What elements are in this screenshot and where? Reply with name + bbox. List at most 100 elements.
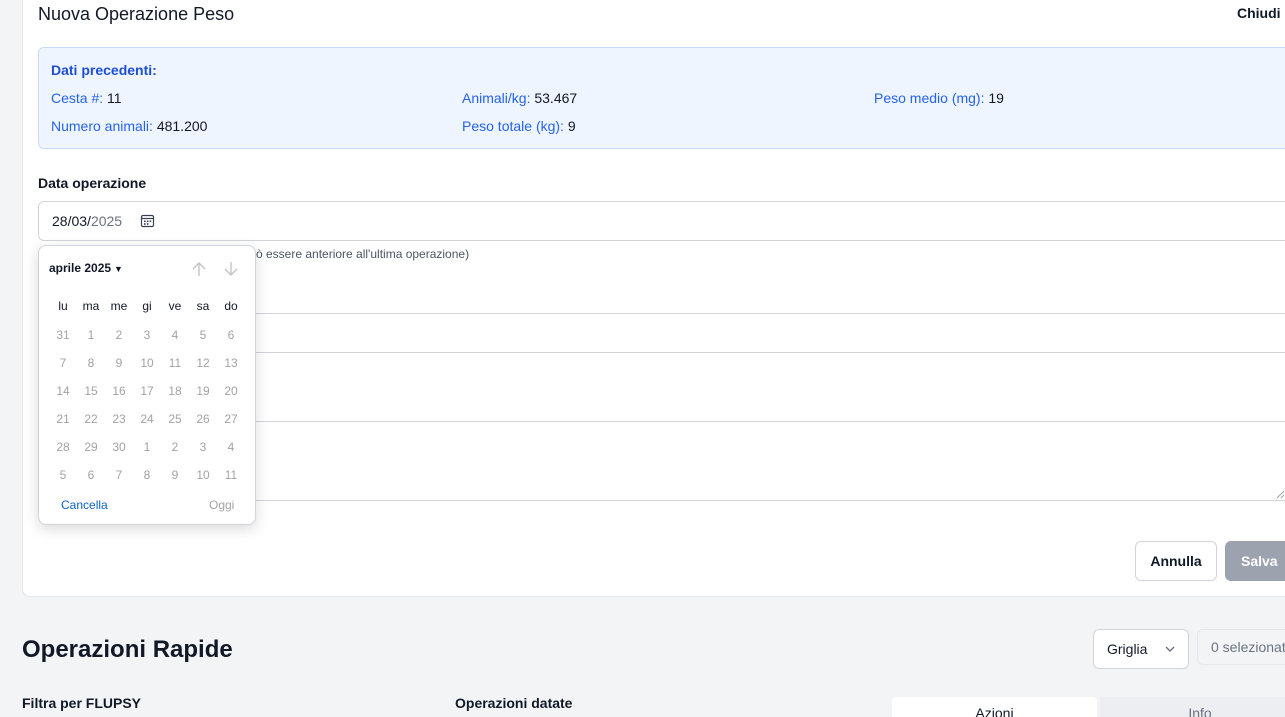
prev-total-weight-value: 9 — [567, 118, 576, 134]
calendar-day[interactable]: 4 — [161, 328, 189, 342]
calendar-day[interactable]: 14 — [49, 384, 77, 398]
weekday-label: sa — [196, 299, 210, 313]
calendar-day[interactable]: 24 — [133, 412, 161, 426]
weekday-label: do — [224, 299, 238, 313]
calendar-day[interactable]: 9 — [105, 356, 133, 370]
date-day-month[interactable]: 28/03/ — [52, 213, 91, 229]
calendar-day[interactable]: 8 — [77, 356, 105, 370]
prev-animals-per-kg: Animali/kg: 53.467 — [462, 90, 577, 106]
calendar-day[interactable]: 13 — [217, 356, 245, 370]
calendar-day[interactable]: 2 — [105, 328, 133, 342]
calendar-week: 21 22 23 24 25 26 27 — [49, 412, 245, 426]
weekday-label: ve — [168, 299, 182, 313]
view-mode-select[interactable]: Griglia — [1093, 629, 1189, 669]
arrow-down-icon[interactable] — [223, 260, 239, 278]
prev-basket-label: Cesta #: — [51, 90, 104, 106]
caret-down-icon[interactable]: ▼ — [114, 264, 123, 274]
prev-average-weight-value: 19 — [988, 90, 1004, 106]
prev-total-weight: Peso totale (kg): 9 — [462, 118, 576, 134]
calendar-day[interactable]: 20 — [217, 384, 245, 398]
calendar-day[interactable]: 22 — [77, 412, 105, 426]
calendar-day[interactable]: 29 — [77, 440, 105, 454]
date-hint: ò essere anteriore all'ultima operazione… — [256, 247, 470, 261]
tab-info[interactable]: Info — [1100, 697, 1285, 717]
calendar-day[interactable]: 10 — [133, 356, 161, 370]
calendar-weekdays: lu ma me gi ve sa do — [49, 299, 245, 313]
calendar-day[interactable]: 30 — [105, 440, 133, 454]
calendar-day[interactable]: 31 — [49, 328, 77, 342]
calendar-day[interactable]: 23 — [105, 412, 133, 426]
prev-basket-value: 11 — [107, 90, 122, 106]
prev-animals-per-kg-value: 53.467 — [534, 90, 578, 106]
date-picker-popup: aprile 2025 ▼ lu ma me gi ve sa do 31 1 2… — [38, 245, 256, 525]
weekday-label: me — [110, 299, 128, 313]
prev-animal-count-value: 481.200 — [156, 118, 208, 134]
calendar-day[interactable]: 5 — [49, 468, 77, 482]
weekday-label: ma — [82, 299, 100, 313]
calendar-clear-button[interactable]: Cancella — [61, 498, 108, 512]
calendar-week: 31 1 2 3 4 5 6 — [49, 328, 245, 342]
prev-total-weight-label: Peso totale (kg): — [462, 118, 564, 134]
calendar-day[interactable]: 28 — [49, 440, 77, 454]
calendar-week: 5 6 7 8 9 10 11 — [49, 468, 245, 482]
calendar-week: 14 15 16 17 18 19 20 — [49, 384, 245, 398]
view-mode-value[interactable]: Griglia — [1107, 641, 1147, 657]
calendar-day[interactable]: 25 — [161, 412, 189, 426]
calendar-day[interactable]: 18 — [161, 384, 189, 398]
calendar-day[interactable]: 4 — [217, 440, 245, 454]
calendar-day[interactable]: 11 — [161, 356, 189, 370]
calendar-month-label[interactable]: aprile 2025 — [49, 261, 111, 275]
calendar-day[interactable]: 15 — [77, 384, 105, 398]
calendar-day[interactable]: 10 — [189, 468, 217, 482]
close-button[interactable]: Chiudi — [1237, 5, 1281, 21]
calendar-day[interactable]: 17 — [133, 384, 161, 398]
quick-operations-title: Operazioni Rapide — [22, 636, 233, 663]
arrow-up-icon[interactable] — [191, 260, 207, 278]
chevron-down-icon[interactable] — [1164, 643, 1176, 655]
prev-average-weight: Peso medio (mg): 19 — [874, 90, 1004, 106]
calendar-day[interactable]: 6 — [77, 468, 105, 482]
save-button[interactable]: Salva — [1225, 541, 1285, 581]
calendar-day[interactable]: 7 — [49, 356, 77, 370]
calendar-day[interactable]: 12 — [189, 356, 217, 370]
weekday-label: lu — [58, 299, 68, 313]
date-input-value[interactable]: 28/03/2025 — [52, 213, 122, 229]
calendar-day[interactable]: 11 — [217, 468, 245, 482]
calendar-day[interactable]: 9 — [161, 468, 189, 482]
prev-average-weight-label: Peso medio (mg): — [874, 90, 985, 106]
calendar-today-button[interactable]: Oggi — [209, 498, 234, 512]
calendar-day[interactable]: 8 — [133, 468, 161, 482]
weekday-label: gi — [142, 299, 152, 313]
filter-flupsy-label: Filtra per FLUPSY — [22, 695, 142, 711]
prev-basket-number: Cesta #: 11 — [51, 90, 122, 106]
form-title: Nuova Operazione Peso — [38, 4, 235, 24]
calendar-day[interactable]: 27 — [217, 412, 245, 426]
calendar-day[interactable]: 26 — [189, 412, 217, 426]
calendar-day[interactable]: 7 — [105, 468, 133, 482]
prev-animals-per-kg-label: Animali/kg: — [462, 90, 531, 106]
calendar-day[interactable]: 21 — [49, 412, 77, 426]
resize-handle-icon[interactable] — [1276, 490, 1285, 499]
prev-animal-count: Numero animali: 481.200 — [51, 118, 207, 134]
calendar-day[interactable]: 16 — [105, 384, 133, 398]
previous-data-title: Dati precedenti: — [51, 62, 157, 78]
selected-count-badge[interactable]: 0 selezionat — [1197, 629, 1285, 665]
date-input[interactable] — [38, 201, 1285, 241]
dated-operations-label: Operazioni datate — [455, 695, 573, 711]
calendar-day[interactable]: 1 — [133, 440, 161, 454]
calendar-month-selector[interactable]: aprile 2025 ▼ — [49, 261, 123, 275]
calendar-day[interactable]: 1 — [77, 328, 105, 342]
calendar-day[interactable]: 6 — [217, 328, 245, 342]
calendar-day[interactable]: 19 — [189, 384, 217, 398]
prev-animal-count-label: Numero animali: — [51, 118, 153, 134]
calendar-day[interactable]: 2 — [161, 440, 189, 454]
calendar-day[interactable]: 3 — [133, 328, 161, 342]
calendar-day[interactable]: 5 — [189, 328, 217, 342]
calendar-week: 7 8 9 10 11 12 13 — [49, 356, 245, 370]
cancel-button[interactable]: Annulla — [1135, 541, 1217, 581]
date-year[interactable]: 2025 — [91, 213, 122, 229]
calendar-day[interactable]: 3 — [189, 440, 217, 454]
previous-data-box — [38, 47, 1285, 149]
tab-actions[interactable]: Azioni — [892, 697, 1097, 717]
calendar-icon[interactable] — [140, 213, 155, 228]
